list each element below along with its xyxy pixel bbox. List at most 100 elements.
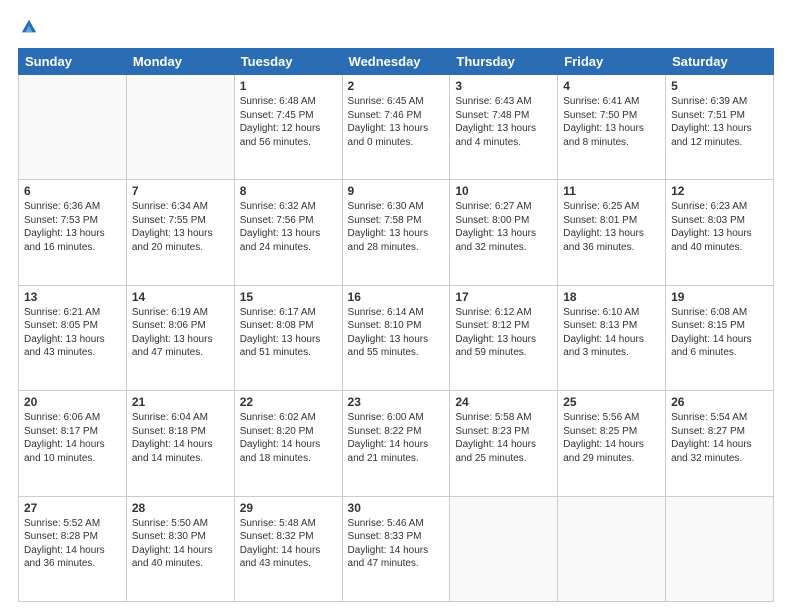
logo-icon	[20, 18, 38, 36]
day-info: Sunrise: 5:48 AM Sunset: 8:32 PM Dayligh…	[240, 517, 337, 571]
page: Sunday Monday Tuesday Wednesday Thursday…	[0, 0, 792, 612]
day-info: Sunrise: 6:04 AM Sunset: 8:18 PM Dayligh…	[132, 411, 229, 465]
day-number: 28	[132, 501, 229, 515]
day-info: Sunrise: 6:25 AM Sunset: 8:01 PM Dayligh…	[563, 200, 660, 254]
day-number: 6	[24, 184, 121, 198]
day-number: 18	[563, 290, 660, 304]
day-number: 10	[455, 184, 552, 198]
day-number: 15	[240, 290, 337, 304]
calendar-cell: 3 Sunrise: 6:43 AM Sunset: 7:48 PM Daylig…	[450, 75, 558, 180]
calendar-cell: 27 Sunrise: 5:52 AM Sunset: 8:28 PM Dayli…	[19, 496, 127, 601]
day-info: Sunrise: 5:52 AM Sunset: 8:28 PM Dayligh…	[24, 517, 121, 571]
calendar-cell: 25 Sunrise: 5:56 AM Sunset: 8:25 PM Dayli…	[558, 391, 666, 496]
header-sunday: Sunday	[19, 49, 127, 75]
day-number: 27	[24, 501, 121, 515]
day-number: 17	[455, 290, 552, 304]
calendar-cell: 17 Sunrise: 6:12 AM Sunset: 8:12 PM Dayli…	[450, 285, 558, 390]
header-wednesday: Wednesday	[342, 49, 450, 75]
day-info: Sunrise: 6:02 AM Sunset: 8:20 PM Dayligh…	[240, 411, 337, 465]
day-number: 16	[348, 290, 445, 304]
day-number: 19	[671, 290, 768, 304]
calendar-cell: 13 Sunrise: 6:21 AM Sunset: 8:05 PM Dayli…	[19, 285, 127, 390]
day-number: 13	[24, 290, 121, 304]
calendar-cell	[450, 496, 558, 601]
day-number: 26	[671, 395, 768, 409]
calendar-cell: 9 Sunrise: 6:30 AM Sunset: 7:58 PM Daylig…	[342, 180, 450, 285]
calendar-cell: 8 Sunrise: 6:32 AM Sunset: 7:56 PM Daylig…	[234, 180, 342, 285]
day-number: 23	[348, 395, 445, 409]
day-number: 8	[240, 184, 337, 198]
day-number: 4	[563, 79, 660, 93]
calendar-cell: 16 Sunrise: 6:14 AM Sunset: 8:10 PM Dayli…	[342, 285, 450, 390]
day-number: 25	[563, 395, 660, 409]
day-info: Sunrise: 6:43 AM Sunset: 7:48 PM Dayligh…	[455, 95, 552, 149]
day-number: 22	[240, 395, 337, 409]
calendar-cell: 30 Sunrise: 5:46 AM Sunset: 8:33 PM Dayli…	[342, 496, 450, 601]
calendar-cell: 1 Sunrise: 6:48 AM Sunset: 7:45 PM Daylig…	[234, 75, 342, 180]
day-info: Sunrise: 6:14 AM Sunset: 8:10 PM Dayligh…	[348, 306, 445, 360]
header-monday: Monday	[126, 49, 234, 75]
calendar-cell: 22 Sunrise: 6:02 AM Sunset: 8:20 PM Dayli…	[234, 391, 342, 496]
day-info: Sunrise: 6:21 AM Sunset: 8:05 PM Dayligh…	[24, 306, 121, 360]
calendar-cell: 20Sunrise: 6:06 AM Sunset: 8:17 PM Dayli…	[19, 391, 127, 496]
day-number: 1	[240, 79, 337, 93]
day-info: Sunrise: 6:08 AM Sunset: 8:15 PM Dayligh…	[671, 306, 768, 360]
calendar-cell: 2 Sunrise: 6:45 AM Sunset: 7:46 PM Daylig…	[342, 75, 450, 180]
day-info: Sunrise: 6:27 AM Sunset: 8:00 PM Dayligh…	[455, 200, 552, 254]
calendar-cell: 21 Sunrise: 6:04 AM Sunset: 8:18 PM Dayli…	[126, 391, 234, 496]
day-number: 30	[348, 501, 445, 515]
day-info: Sunrise: 6:00 AM Sunset: 8:22 PM Dayligh…	[348, 411, 445, 465]
logo	[18, 18, 38, 38]
day-number: 3	[455, 79, 552, 93]
day-info: Sunrise: 6:12 AM Sunset: 8:12 PM Dayligh…	[455, 306, 552, 360]
calendar-cell: 19 Sunrise: 6:08 AM Sunset: 8:15 PM Dayli…	[666, 285, 774, 390]
day-info: Sunrise: 5:54 AM Sunset: 8:27 PM Dayligh…	[671, 411, 768, 465]
header-thursday: Thursday	[450, 49, 558, 75]
calendar-cell	[558, 496, 666, 601]
weekday-header-row: Sunday Monday Tuesday Wednesday Thursday…	[19, 49, 774, 75]
day-info: Sunrise: 5:58 AM Sunset: 8:23 PM Dayligh…	[455, 411, 552, 465]
calendar-cell	[19, 75, 127, 180]
day-info: Sunrise: 6:48 AM Sunset: 7:45 PM Dayligh…	[240, 95, 337, 149]
day-number: 20	[24, 395, 121, 409]
calendar-cell	[126, 75, 234, 180]
calendar-cell: 4 Sunrise: 6:41 AM Sunset: 7:50 PM Daylig…	[558, 75, 666, 180]
day-number: 5	[671, 79, 768, 93]
header-friday: Friday	[558, 49, 666, 75]
calendar-table: Sunday Monday Tuesday Wednesday Thursday…	[18, 48, 774, 602]
header	[18, 18, 774, 38]
day-info: Sunrise: 6:10 AM Sunset: 8:13 PM Dayligh…	[563, 306, 660, 360]
calendar-cell: 11Sunrise: 6:25 AM Sunset: 8:01 PM Dayli…	[558, 180, 666, 285]
calendar-cell: 6Sunrise: 6:36 AM Sunset: 7:53 PM Daylig…	[19, 180, 127, 285]
calendar-cell: 23 Sunrise: 6:00 AM Sunset: 8:22 PM Dayli…	[342, 391, 450, 496]
day-number: 21	[132, 395, 229, 409]
day-info: Sunrise: 6:19 AM Sunset: 8:06 PM Dayligh…	[132, 306, 229, 360]
calendar-cell: 18 Sunrise: 6:10 AM Sunset: 8:13 PM Dayli…	[558, 285, 666, 390]
day-number: 7	[132, 184, 229, 198]
header-tuesday: Tuesday	[234, 49, 342, 75]
day-number: 2	[348, 79, 445, 93]
calendar-cell: 12 Sunrise: 6:23 AM Sunset: 8:03 PM Dayli…	[666, 180, 774, 285]
calendar-cell: 28 Sunrise: 5:50 AM Sunset: 8:30 PM Dayli…	[126, 496, 234, 601]
day-info: Sunrise: 6:30 AM Sunset: 7:58 PM Dayligh…	[348, 200, 445, 254]
day-info: Sunrise: 6:34 AM Sunset: 7:55 PM Dayligh…	[132, 200, 229, 254]
day-info: Sunrise: 6:32 AM Sunset: 7:56 PM Dayligh…	[240, 200, 337, 254]
calendar-cell: 5 Sunrise: 6:39 AM Sunset: 7:51 PM Daylig…	[666, 75, 774, 180]
day-number: 12	[671, 184, 768, 198]
day-info: Sunrise: 5:50 AM Sunset: 8:30 PM Dayligh…	[132, 517, 229, 571]
day-info: Sunrise: 6:41 AM Sunset: 7:50 PM Dayligh…	[563, 95, 660, 149]
calendar-cell: 29 Sunrise: 5:48 AM Sunset: 8:32 PM Dayli…	[234, 496, 342, 601]
day-info: Sunrise: 6:39 AM Sunset: 7:51 PM Dayligh…	[671, 95, 768, 149]
calendar-cell: 15 Sunrise: 6:17 AM Sunset: 8:08 PM Dayli…	[234, 285, 342, 390]
day-number: 9	[348, 184, 445, 198]
day-number: 14	[132, 290, 229, 304]
calendar-cell: 10 Sunrise: 6:27 AM Sunset: 8:00 PM Dayli…	[450, 180, 558, 285]
calendar-cell: 14 Sunrise: 6:19 AM Sunset: 8:06 PM Dayli…	[126, 285, 234, 390]
day-info: Sunrise: 5:46 AM Sunset: 8:33 PM Dayligh…	[348, 517, 445, 571]
header-saturday: Saturday	[666, 49, 774, 75]
day-info: Sunrise: 5:56 AM Sunset: 8:25 PM Dayligh…	[563, 411, 660, 465]
day-info: Sunrise: 6:45 AM Sunset: 7:46 PM Dayligh…	[348, 95, 445, 149]
day-number: 29	[240, 501, 337, 515]
day-info: Sunrise: 6:17 AM Sunset: 8:08 PM Dayligh…	[240, 306, 337, 360]
day-info: Sunrise: 6:23 AM Sunset: 8:03 PM Dayligh…	[671, 200, 768, 254]
